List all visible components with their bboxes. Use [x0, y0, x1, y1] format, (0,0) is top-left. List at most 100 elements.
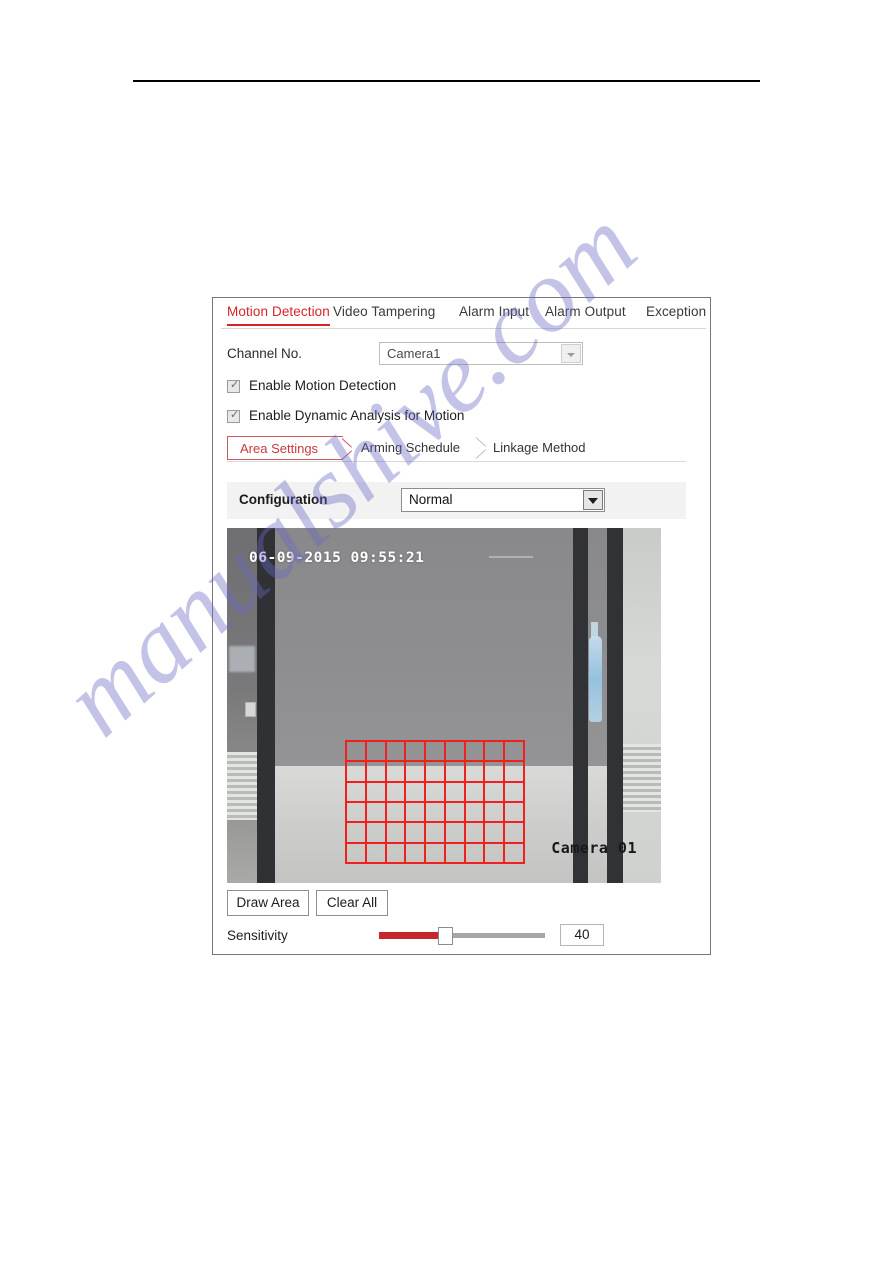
motion-grid-cell[interactable]	[426, 782, 446, 803]
scene-wall-switch	[245, 702, 256, 717]
motion-grid-cell[interactable]	[347, 843, 367, 864]
motion-grid-cell[interactable]	[406, 803, 427, 824]
motion-grid-cell[interactable]	[485, 803, 506, 824]
subtab-arming-schedule[interactable]: Arming Schedule	[351, 436, 477, 460]
motion-grid-cell[interactable]	[366, 823, 387, 844]
motion-grid-cell[interactable]	[445, 803, 466, 824]
motion-grid-cell[interactable]	[366, 803, 387, 824]
motion-grid-cell[interactable]	[445, 762, 466, 783]
motion-grid-cell[interactable]	[465, 782, 486, 803]
motion-grid-cell[interactable]	[386, 843, 407, 864]
channel-dropdown-button[interactable]	[561, 344, 581, 363]
scene-ceiling-line	[489, 556, 533, 558]
osd-timestamp: 06-09-2015 09:55:21	[249, 550, 425, 566]
subtabs-divider	[227, 461, 686, 462]
channel-select[interactable]: Camera1	[379, 342, 583, 365]
motion-grid-cell[interactable]	[347, 803, 367, 824]
motion-grid-cell[interactable]	[465, 742, 486, 763]
motion-grid-cell[interactable]	[465, 803, 486, 824]
scene-louvre-right	[623, 744, 661, 812]
motion-grid-cell[interactable]	[426, 762, 446, 783]
motion-grid-cell[interactable]	[406, 762, 427, 783]
motion-grid-cell[interactable]	[445, 843, 466, 864]
motion-grid-cell[interactable]	[485, 782, 506, 803]
tab-exception[interactable]: Exception	[646, 304, 706, 319]
motion-grid-cell[interactable]	[505, 803, 525, 824]
tabstrip-divider	[221, 328, 706, 329]
motion-grid-cell[interactable]	[406, 782, 427, 803]
subtab-area-settings-label: Area Settings	[240, 441, 319, 456]
configuration-dropdown-button[interactable]	[583, 490, 603, 510]
motion-grid-cell[interactable]	[347, 742, 367, 763]
motion-grid-cell[interactable]	[505, 843, 525, 864]
enable-motion-detection-label: Enable Motion Detection	[249, 378, 397, 393]
motion-grid-cell[interactable]	[426, 803, 446, 824]
motion-grid-cell[interactable]	[406, 742, 427, 763]
scene-left-glass-highlight	[229, 646, 255, 672]
motion-grid-cell[interactable]	[485, 762, 506, 783]
tab-alarm-input[interactable]: Alarm Input	[459, 304, 529, 319]
subtab-arming-schedule-label: Arming Schedule	[361, 440, 460, 455]
motion-grid-cell[interactable]	[366, 742, 387, 763]
main-tabstrip: Motion Detection Video Tampering Alarm I…	[213, 298, 710, 332]
motion-grid-cell[interactable]	[465, 823, 486, 844]
motion-grid-cell[interactable]	[445, 742, 466, 763]
motion-grid-cell[interactable]	[366, 843, 387, 864]
slider-fill	[379, 932, 445, 939]
scene-louvre-left	[227, 752, 257, 820]
configuration-select-value: Normal	[409, 492, 453, 507]
configuration-label: Configuration	[239, 492, 328, 507]
motion-grid-cell[interactable]	[347, 762, 367, 783]
motion-area-grid[interactable]	[345, 740, 525, 864]
motion-grid-cell[interactable]	[366, 782, 387, 803]
configuration-select[interactable]: Normal	[401, 488, 605, 512]
sensitivity-row: Sensitivity 40	[213, 924, 710, 950]
channel-label: Channel No.	[227, 346, 303, 361]
motion-grid-cell[interactable]	[465, 843, 486, 864]
tab-alarm-output[interactable]: Alarm Output	[545, 304, 626, 319]
video-preview[interactable]: 06-09-2015 09:55:21 Camera 01	[227, 528, 661, 883]
enable-dynamic-analysis-label: Enable Dynamic Analysis for Motion	[249, 408, 465, 423]
motion-grid-cell[interactable]	[406, 843, 427, 864]
motion-grid-cell[interactable]	[485, 843, 506, 864]
motion-grid-cell[interactable]	[366, 762, 387, 783]
motion-grid-cell[interactable]	[347, 782, 367, 803]
motion-grid-cell[interactable]	[386, 823, 407, 844]
motion-grid-cell[interactable]	[406, 823, 427, 844]
draw-area-button[interactable]: Draw Area	[227, 890, 309, 916]
motion-grid-cell[interactable]	[426, 843, 446, 864]
slider-handle[interactable]	[438, 927, 453, 945]
clear-all-button[interactable]: Clear All	[316, 890, 388, 916]
motion-grid-cell[interactable]	[386, 762, 407, 783]
motion-grid-cell[interactable]	[505, 742, 525, 763]
enable-motion-detection-checkbox[interactable]: ✓	[227, 379, 240, 393]
tab-motion-detection[interactable]: Motion Detection	[227, 304, 330, 326]
motion-grid-cell[interactable]	[347, 823, 367, 844]
motion-grid-cell[interactable]	[505, 762, 525, 783]
motion-grid-cell[interactable]	[485, 823, 506, 844]
motion-grid-cell[interactable]	[505, 823, 525, 844]
motion-grid-cell[interactable]	[505, 782, 525, 803]
motion-grid-cell[interactable]	[426, 742, 446, 763]
motion-grid-cell[interactable]	[426, 823, 446, 844]
sensitivity-label: Sensitivity	[227, 928, 288, 943]
tab-video-tampering[interactable]: Video Tampering	[333, 304, 435, 319]
motion-grid-cell[interactable]	[445, 823, 466, 844]
settings-subtabs: Area Settings Arming Schedule Linkage Me…	[227, 436, 697, 462]
subtab-linkage-method[interactable]: Linkage Method	[483, 436, 599, 460]
motion-grid-cell[interactable]	[465, 762, 486, 783]
check-icon: ✓	[230, 409, 240, 421]
scene-door-frame-mid	[573, 528, 588, 883]
motion-grid-cell[interactable]	[485, 742, 506, 763]
sensitivity-value: 40	[560, 924, 604, 946]
motion-grid-cell[interactable]	[386, 742, 407, 763]
motion-grid-cell[interactable]	[386, 803, 407, 824]
channel-row: Channel No. Camera1	[213, 342, 710, 370]
motion-grid-cell[interactable]	[445, 782, 466, 803]
sensitivity-slider[interactable]	[379, 927, 545, 945]
scene-door-frame-right	[607, 528, 623, 883]
enable-dynamic-analysis-checkbox[interactable]: ✓	[227, 409, 240, 423]
subtab-area-settings[interactable]: Area Settings	[227, 436, 343, 460]
motion-grid-cell[interactable]	[386, 782, 407, 803]
scene-door-frame-left	[257, 528, 275, 883]
